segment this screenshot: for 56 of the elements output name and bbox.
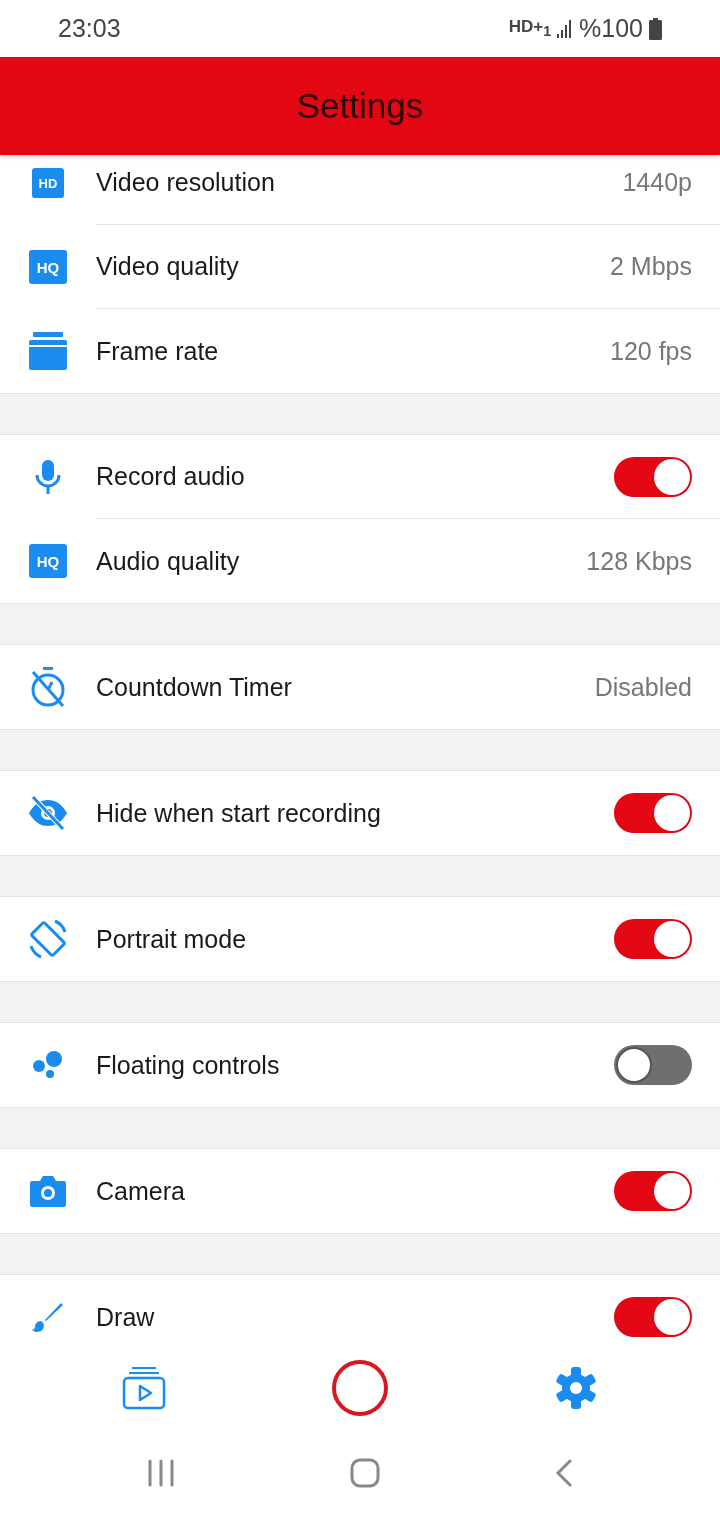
setting-label: Video resolution <box>96 168 275 197</box>
signal-icon <box>557 18 574 39</box>
settings-row[interactable]: Floating controls <box>0 1023 720 1107</box>
settings-row[interactable]: Portrait mode <box>0 897 720 981</box>
brush-icon <box>31 1300 65 1334</box>
screen-rotation-icon <box>27 918 69 960</box>
stack-icon <box>28 331 68 371</box>
toggle-switch[interactable] <box>614 793 692 833</box>
settings-row[interactable]: HQ Video quality 2 Mbps <box>0 225 720 309</box>
settings-row[interactable]: HQ Audio quality 128 Kbps <box>0 519 720 603</box>
settings-row[interactable]: HD Video resolution 1440p <box>0 155 720 225</box>
setting-value: 1440p <box>622 168 692 197</box>
network-type: HD+$_{1}$ <box>508 17 552 40</box>
toggle-switch[interactable] <box>614 1171 692 1211</box>
recordings-icon[interactable] <box>122 1365 167 1410</box>
setting-label: Audio quality <box>96 546 240 576</box>
record-button[interactable] <box>331 1358 389 1417</box>
settings-row[interactable]: Hide when start recording <box>0 771 720 855</box>
toggle-switch[interactable] <box>614 1297 692 1337</box>
settings-row[interactable]: Frame rate 120 fps <box>0 309 720 393</box>
battery-icon <box>649 17 662 40</box>
setting-label: Countdown Timer <box>96 672 292 702</box>
camera-icon <box>29 1174 67 1208</box>
timer-off-icon <box>29 666 67 708</box>
eye-off-icon <box>28 795 68 831</box>
settings-row[interactable]: Record audio <box>0 435 720 519</box>
screen-title: Settings <box>296 86 424 126</box>
setting-value: 128 Kbps <box>586 546 692 576</box>
setting-label: Portrait mode <box>96 924 247 954</box>
setting-label: Floating controls <box>96 1050 280 1080</box>
status-time: 23:03 <box>58 14 121 43</box>
setting-label: Frame rate <box>96 336 219 366</box>
setting-label: Camera <box>96 1176 185 1206</box>
badge-icon: HD <box>32 168 64 198</box>
home-icon[interactable] <box>350 1457 380 1488</box>
setting-value: Disabled <box>594 672 692 702</box>
toggle-switch[interactable] <box>614 919 692 959</box>
microphone-icon <box>34 459 62 495</box>
badge-icon: HQ <box>29 250 67 284</box>
setting-value: 2 Mbps <box>610 252 692 281</box>
back-icon[interactable] <box>554 1458 573 1487</box>
badge-icon: HQ <box>29 544 67 578</box>
settings-row[interactable]: Draw <box>0 1275 720 1340</box>
settings-icon[interactable] <box>553 1365 598 1410</box>
setting-label: Hide when start recording <box>96 798 381 828</box>
bubbles-icon <box>32 1051 64 1079</box>
battery-level: %100 <box>579 14 643 43</box>
settings-row[interactable]: Countdown Timer Disabled <box>0 645 720 729</box>
toggle-switch[interactable] <box>614 456 692 497</box>
recent-apps-icon[interactable] <box>147 1458 176 1487</box>
setting-label: Draw <box>96 1302 155 1332</box>
setting-value: 120 fps <box>610 336 692 366</box>
settings-row[interactable]: Camera <box>0 1149 720 1233</box>
setting-label: Record audio <box>96 462 245 491</box>
toggle-switch[interactable] <box>614 1045 692 1085</box>
setting-label: Video quality <box>96 252 239 281</box>
